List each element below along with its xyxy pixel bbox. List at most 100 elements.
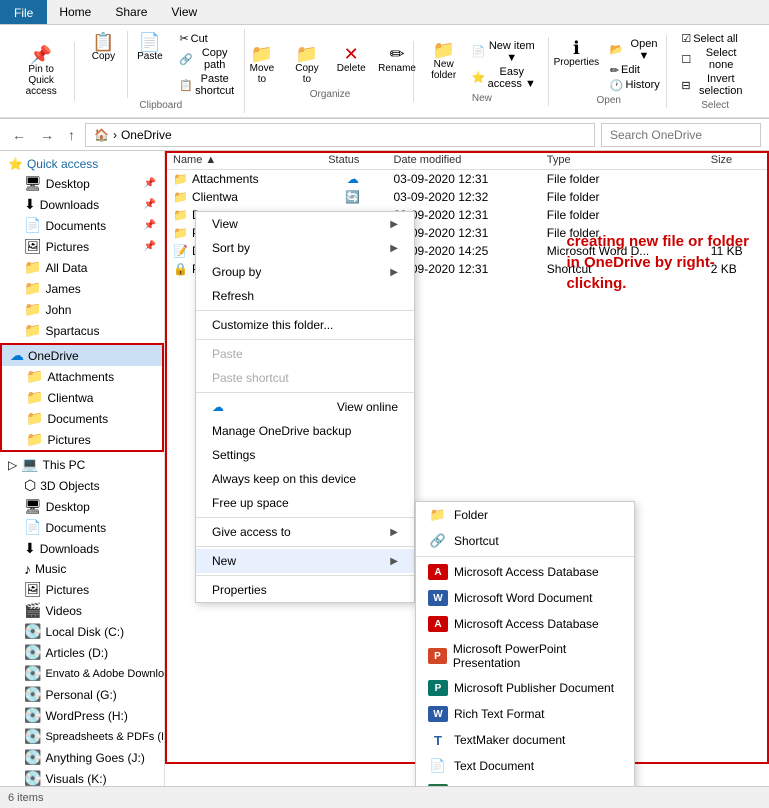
select-none-button[interactable]: ☐ Select none bbox=[677, 46, 753, 72]
move-to-button[interactable]: 📁 Move to bbox=[241, 43, 283, 87]
sidebar-item-attachments-od[interactable]: 📁 Attachments bbox=[18, 366, 162, 387]
sidebar-item-clientwa-od[interactable]: 📁 Clientwa bbox=[18, 387, 162, 408]
submenu-access-db[interactable]: A Microsoft Access Database bbox=[416, 559, 634, 585]
sidebar-item-personal-g[interactable]: 💽 Personal (G:) bbox=[16, 684, 164, 705]
ctx-always-keep[interactable]: Always keep on this device bbox=[196, 467, 414, 491]
tab-share[interactable]: Share bbox=[103, 0, 159, 24]
ctx-view-online[interactable]: ☁ View online bbox=[196, 395, 414, 419]
col-type[interactable]: Type bbox=[539, 151, 703, 170]
paste-button[interactable]: 📄 Paste bbox=[127, 31, 167, 98]
ctx-give-access[interactable]: Give access to▶ bbox=[196, 520, 414, 544]
sidebar-item-pictures-qa[interactable]: 🖼 Pictures 📌 bbox=[16, 236, 164, 257]
submenu-text-doc[interactable]: 📄 Text Document bbox=[416, 753, 634, 779]
sidebar-item-envato-f[interactable]: 💽 Envato & Adobe Downloads (F:) bbox=[16, 663, 164, 684]
sidebar-item-pictures-od[interactable]: 📁 Pictures bbox=[18, 429, 162, 450]
open-btn[interactable]: 📂 Open ▼ bbox=[606, 37, 667, 63]
select-all-button[interactable]: ☑ Select all bbox=[677, 31, 753, 46]
sidebar-item-james[interactable]: 📁 James bbox=[16, 278, 164, 299]
rename-button[interactable]: ✏ Rename bbox=[375, 43, 419, 87]
sidebar-item-desktop-pc[interactable]: 🖥 Desktop bbox=[16, 496, 164, 517]
cut-button[interactable]: ✂ Cut bbox=[175, 31, 238, 46]
sidebar-item-pictures-pc[interactable]: 🖼 Pictures bbox=[16, 579, 164, 600]
submenu-access-db2[interactable]: A Microsoft Access Database bbox=[416, 611, 634, 637]
tab-file[interactable]: File bbox=[0, 0, 47, 24]
submenu-powerpoint[interactable]: P Microsoft PowerPoint Presentation bbox=[416, 637, 634, 675]
john-icon: 📁 bbox=[24, 301, 41, 318]
sidebar-item-wordpress-h[interactable]: 💽 WordPress (H:) bbox=[16, 705, 164, 726]
copy-button[interactable]: 📋 Copy bbox=[83, 31, 123, 98]
sidebar-item-onedrive[interactable]: ☁ OneDrive bbox=[2, 345, 162, 366]
sidebar-item-music[interactable]: ♪ Music bbox=[16, 559, 164, 579]
tab-view[interactable]: View bbox=[159, 0, 209, 24]
easy-access-button[interactable]: ⭐ Easy access ▼ bbox=[468, 65, 540, 91]
table-row[interactable]: 📁Attachments ☁ 03-09-2020 12:31 File fol… bbox=[165, 170, 769, 189]
submenu-shortcut[interactable]: 🔗 Shortcut bbox=[416, 528, 634, 554]
sidebar-item-john[interactable]: 📁 John bbox=[16, 299, 164, 320]
spartacus-icon: 📁 bbox=[24, 322, 41, 339]
ctx-give-access-arrow: ▶ bbox=[390, 527, 398, 538]
sidebar-item-documents-qa[interactable]: 📄 Documents 📌 bbox=[16, 215, 164, 236]
sidebar-item-spreadsheets-i[interactable]: 💽 Spreadsheets & PDFs (I:) bbox=[16, 726, 164, 747]
spartacus-label: Spartacus bbox=[45, 324, 99, 338]
forward-button[interactable]: → bbox=[36, 125, 58, 145]
sidebar-item-3dobjects[interactable]: ⬡ 3D Objects bbox=[16, 475, 164, 496]
ctx-view[interactable]: View▶ bbox=[196, 212, 414, 236]
up-button[interactable]: ↑ bbox=[64, 125, 79, 145]
col-size[interactable]: Size bbox=[703, 151, 769, 170]
sidebar-item-downloads-pc[interactable]: ⬇ Downloads bbox=[16, 538, 164, 559]
col-status[interactable]: Status bbox=[320, 151, 385, 170]
sidebar-item-spartacus[interactable]: 📁 Spartacus bbox=[16, 320, 164, 341]
col-date[interactable]: Date modified bbox=[386, 151, 539, 170]
submenu-excel[interactable]: X Microsoft Excel Worksheet bbox=[416, 779, 634, 786]
pin-to-quick-access-button[interactable]: 📌 Pin to Quickaccess bbox=[16, 44, 66, 99]
submenu-folder[interactable]: 📁 Folder bbox=[416, 502, 634, 528]
quick-access-header[interactable]: ⭐ Quick access bbox=[0, 155, 164, 173]
sidebar-item-thispc[interactable]: ▷ 💻 This PC bbox=[0, 454, 164, 475]
properties-button[interactable]: ℹ Properties bbox=[551, 37, 602, 93]
ctx-refresh[interactable]: Refresh bbox=[196, 284, 414, 308]
submenu-rtf[interactable]: W Rich Text Format bbox=[416, 701, 634, 727]
table-row[interactable]: 📁Clientwa 🔄 03-09-2020 12:32 File folder bbox=[165, 188, 769, 206]
submenu-publisher[interactable]: P Microsoft Publisher Document bbox=[416, 675, 634, 701]
history-button[interactable]: 🕐 History bbox=[606, 78, 667, 93]
paste-shortcut-button[interactable]: 📋 Paste shortcut bbox=[175, 72, 238, 98]
submenu-textmaker[interactable]: T TextMaker document bbox=[416, 727, 634, 753]
ctx-properties[interactable]: Properties bbox=[196, 578, 414, 602]
submenu-word-doc[interactable]: W Microsoft Word Document bbox=[416, 585, 634, 611]
copy-path-button[interactable]: 🔗 Copy path bbox=[175, 46, 238, 72]
search-input[interactable] bbox=[601, 123, 761, 147]
sidebar-item-documents-od[interactable]: 📁 Documents bbox=[18, 408, 162, 429]
sidebar-item-desktop-qa[interactable]: 🖥 Desktop 📌 bbox=[16, 173, 164, 194]
sidebar-item-downloads-qa[interactable]: ⬇ Downloads 📌 bbox=[16, 194, 164, 215]
sidebar-item-local-disk-c[interactable]: 💽 Local Disk (C:) bbox=[16, 621, 164, 642]
sidebar-item-videos[interactable]: 🎬 Videos bbox=[16, 600, 164, 621]
address-path[interactable]: 🏠 › OneDrive bbox=[85, 123, 595, 147]
easy-access-label: Easy access ▼ bbox=[487, 66, 536, 90]
ctx-new[interactable]: New▶ bbox=[196, 549, 414, 573]
sidebar-item-articles-d[interactable]: 💽 Articles (D:) bbox=[16, 642, 164, 663]
pin-indicator-documents: 📌 bbox=[144, 220, 156, 231]
copy-to-button[interactable]: 📁 Copy to bbox=[287, 43, 328, 87]
ctx-settings[interactable]: Settings bbox=[196, 443, 414, 467]
disk-h-label: WordPress (H:) bbox=[45, 709, 127, 723]
ctx-manage-backup[interactable]: Manage OneDrive backup bbox=[196, 419, 414, 443]
ctx-paste-shortcut[interactable]: Paste shortcut bbox=[196, 366, 414, 390]
edit-button[interactable]: ✏ Edit bbox=[606, 63, 667, 78]
open-small-buttons: 📂 Open ▼ ✏ Edit 🕐 History bbox=[606, 37, 667, 93]
col-name[interactable]: Name ▲ bbox=[165, 151, 320, 170]
invert-selection-button[interactable]: ⊟ Invert selection bbox=[677, 72, 753, 98]
ctx-free-space[interactable]: Free up space bbox=[196, 491, 414, 515]
ctx-groupby[interactable]: Group by▶ bbox=[196, 260, 414, 284]
sidebar-item-visuals-k[interactable]: 💽 Visuals (K:) bbox=[16, 768, 164, 786]
ctx-paste[interactable]: Paste bbox=[196, 342, 414, 366]
back-button[interactable]: ← bbox=[8, 125, 30, 145]
sidebar-item-documents-pc[interactable]: 📄 Documents bbox=[16, 517, 164, 538]
ctx-customize[interactable]: Customize this folder... bbox=[196, 313, 414, 337]
sidebar-item-alldata[interactable]: 📁 All Data bbox=[16, 257, 164, 278]
new-folder-button[interactable]: 📁 Newfolder bbox=[424, 39, 464, 91]
new-item-button[interactable]: 📄 New item ▼ bbox=[468, 39, 540, 65]
submenu-textmaker-icon: T bbox=[428, 732, 448, 748]
delete-button[interactable]: ✕ Delete bbox=[331, 43, 371, 87]
tab-home[interactable]: Home bbox=[47, 0, 103, 24]
ctx-sortby[interactable]: Sort by▶ bbox=[196, 236, 414, 260]
